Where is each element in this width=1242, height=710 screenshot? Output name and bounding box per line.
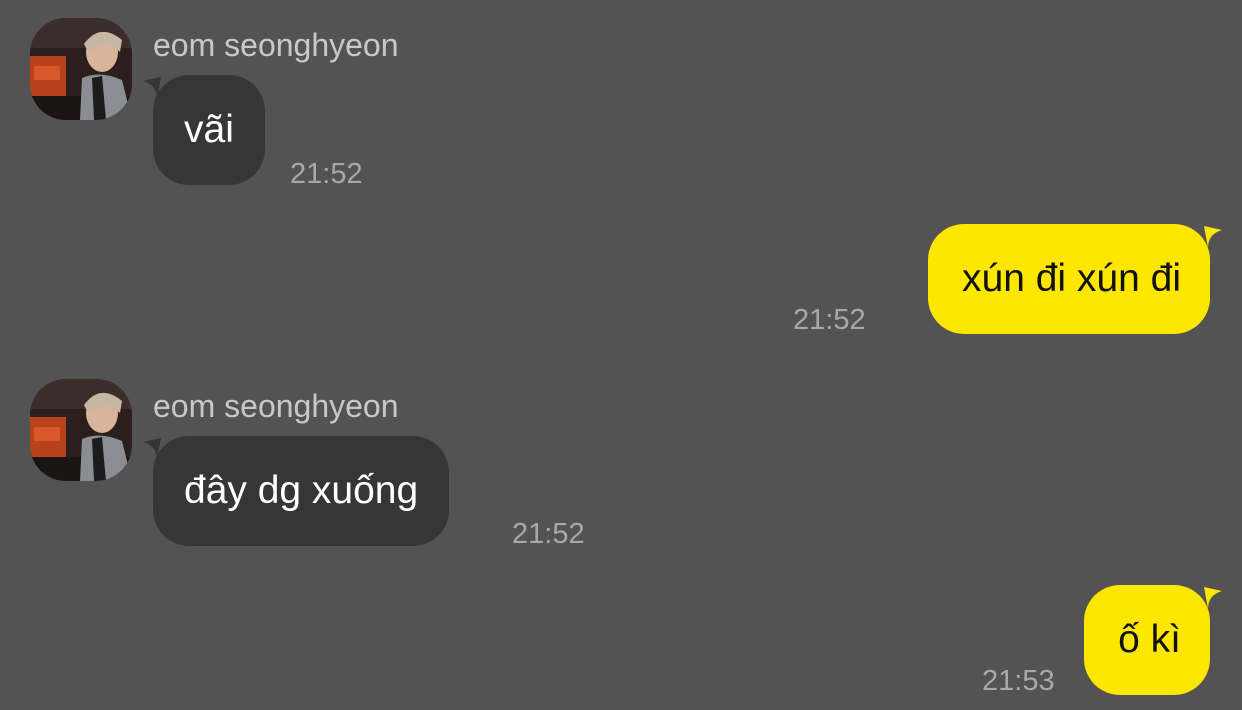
message-timestamp: 21:53 [982, 665, 1055, 697]
message-text: xún đi xún đi [962, 257, 1181, 300]
message-text: vãi [184, 108, 234, 151]
bubble-tail-icon [143, 438, 161, 460]
sender-name: eom seonghyeon [153, 27, 399, 63]
bubble-tail-icon [1204, 226, 1222, 248]
avatar[interactable] [30, 18, 132, 120]
message-bubble-outgoing[interactable]: ố kì [1084, 585, 1222, 695]
avatar[interactable] [30, 379, 132, 481]
chat-area[interactable]: eom seonghyeon vãi 21:52 21:52 xún đi xú… [0, 0, 1242, 710]
message-timestamp: 21:52 [512, 518, 585, 550]
message-bubble-incoming[interactable]: đây dg xuống [143, 436, 450, 546]
bubble-tail-icon [143, 77, 161, 99]
sender-name: eom seonghyeon [153, 388, 399, 424]
message-timestamp: 21:52 [793, 304, 866, 336]
message-text: đây dg xuống [184, 469, 419, 512]
message-bubble-outgoing[interactable]: xún đi xún đi [928, 224, 1222, 334]
message-bubble-incoming[interactable]: vãi [143, 75, 265, 185]
avatar-photo [30, 379, 132, 481]
message-timestamp: 21:52 [290, 158, 363, 190]
message-text: ố kì [1118, 618, 1181, 661]
avatar-photo [30, 18, 132, 120]
bubble-tail-icon [1204, 587, 1222, 609]
